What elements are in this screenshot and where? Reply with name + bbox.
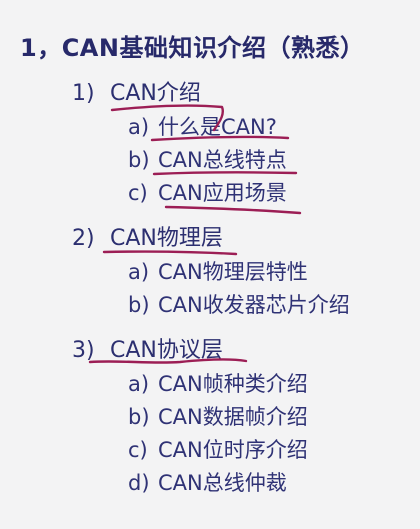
section-heading-protocol-layer: 3) CAN协议层 xyxy=(72,340,223,362)
slide-title: 1，CAN基础知识介绍（熟悉） xyxy=(20,34,365,62)
section-heading-can-intro: 1) CAN介绍 xyxy=(72,83,201,105)
slide: 1，CAN基础知识介绍（熟悉） 1) CAN介绍 a) 什么是CAN? b) CAN总… xyxy=(0,0,420,529)
list-item: b) CAN总线特点 xyxy=(128,150,287,171)
item-letter: c) xyxy=(128,181,148,205)
list-item: c) CAN应用场景 xyxy=(128,183,287,204)
item-text: CAN收发器芯片介绍 xyxy=(158,293,350,317)
section-number: 3) xyxy=(72,338,95,363)
list-item: a) CAN帧种类介绍 xyxy=(128,374,308,395)
underline-application-scenes xyxy=(164,205,302,215)
item-letter: b) xyxy=(128,293,150,317)
item-text: CAN帧种类介绍 xyxy=(158,372,308,396)
item-letter: b) xyxy=(128,405,150,429)
item-letter: b) xyxy=(128,148,150,172)
item-text: CAN总线特点 xyxy=(158,148,287,172)
section-number: 1) xyxy=(72,81,95,106)
section-label: CAN物理层 xyxy=(110,226,223,251)
section-number: 2) xyxy=(72,226,95,251)
item-letter: a) xyxy=(128,260,150,284)
item-letter: a) xyxy=(128,372,150,396)
list-item: b) CAN数据帧介绍 xyxy=(128,407,308,428)
section-label: CAN协议层 xyxy=(110,338,223,363)
item-text: CAN位时序介绍 xyxy=(158,438,308,462)
section-heading-physical-layer: 2) CAN物理层 xyxy=(72,228,223,250)
item-letter: c) xyxy=(128,438,148,462)
item-letter: d) xyxy=(128,471,150,495)
list-item: d) CAN总线仲裁 xyxy=(128,473,287,494)
item-text: CAN总线仲裁 xyxy=(158,471,287,495)
list-item: a) CAN物理层特性 xyxy=(128,262,308,283)
section-label: CAN介绍 xyxy=(110,81,201,106)
underline-bus-features xyxy=(152,171,298,176)
list-item: b) CAN收发器芯片介绍 xyxy=(128,295,350,316)
underline-physical-layer xyxy=(102,250,238,256)
item-text: CAN物理层特性 xyxy=(158,260,308,284)
item-text: 什么是CAN? xyxy=(158,115,277,139)
item-letter: a) xyxy=(128,115,150,139)
list-item: c) CAN位时序介绍 xyxy=(128,440,308,461)
item-text: CAN数据帧介绍 xyxy=(158,405,308,429)
list-item: a) 什么是CAN? xyxy=(128,117,277,138)
item-text: CAN应用场景 xyxy=(158,181,287,205)
